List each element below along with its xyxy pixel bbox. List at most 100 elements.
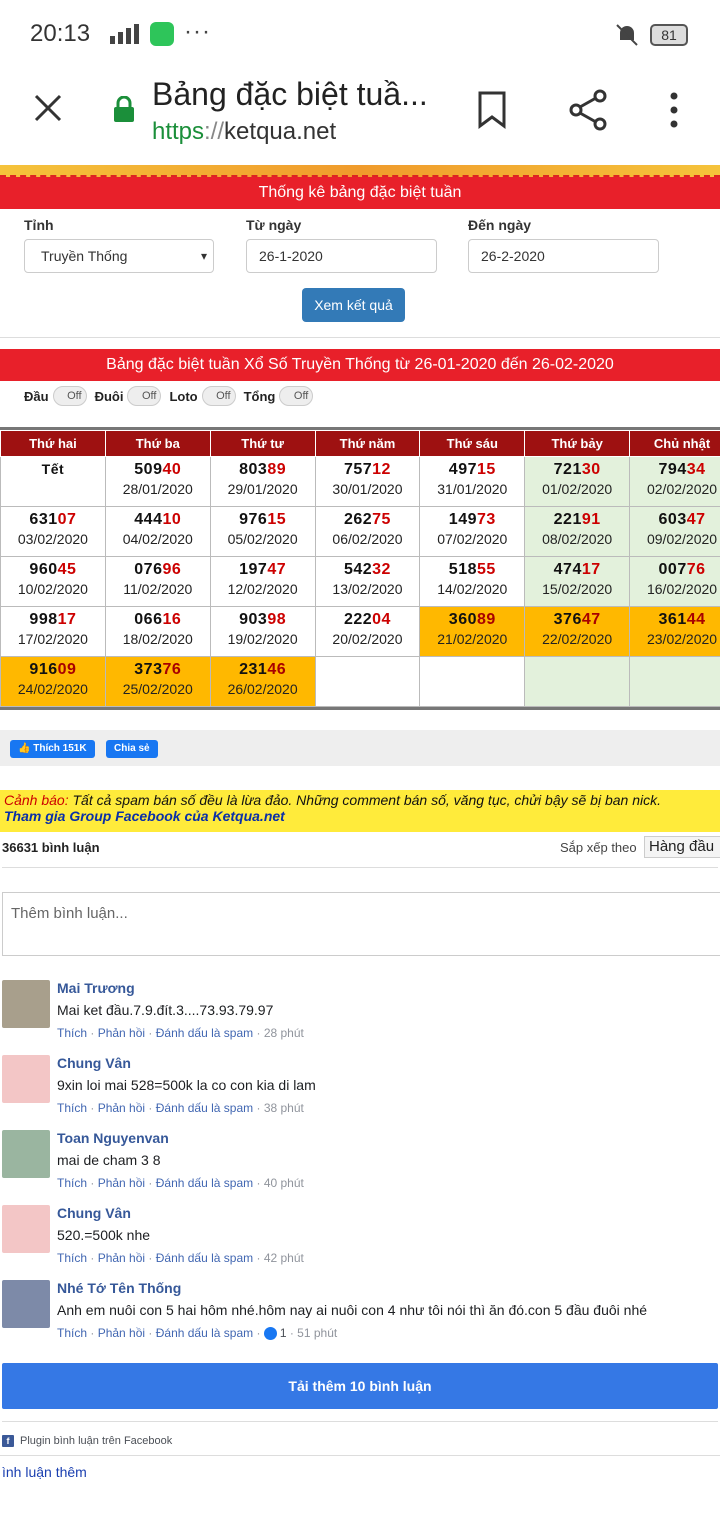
table-row: Tết 50940 28/01/2020 80389 29/01/2020 75712 30… <box>0 456 720 507</box>
facebook-share-button[interactable]: Chia sẻ <box>106 740 158 758</box>
result-number: 36089 <box>448 611 496 628</box>
facebook-icon: f <box>2 1434 14 1447</box>
view-results-button[interactable]: Xem kết quả <box>302 288 405 322</box>
comment-author[interactable]: Mai Trương <box>57 980 135 996</box>
avatar[interactable] <box>2 1055 50 1103</box>
result-cell: 07696 11/02/2020 <box>104 556 211 607</box>
status-bar: 20:13 ··· 81 <box>0 0 720 70</box>
result-number: 90398 <box>239 611 287 628</box>
result-date: 30/01/2020 <box>332 481 403 497</box>
like-icon: 👍 <box>18 743 34 754</box>
result-cell: 63107 03/02/2020 <box>0 506 106 557</box>
table-row: 99817 17/02/2020 06616 18/02/2020 90398 19/02… <box>0 606 720 657</box>
comment-meta: Thích · Phản hồi · Đánh dấu là spam · 1 … <box>57 1326 338 1341</box>
result-date: 29/01/2020 <box>227 481 298 497</box>
comment-reply-link[interactable]: Phản hồi <box>98 1326 145 1340</box>
more-menu-icon[interactable] <box>662 90 686 130</box>
from-date-input[interactable]: 26-1-2020 <box>246 239 437 273</box>
comment-spam-link[interactable]: Đánh dấu là spam <box>156 1326 253 1340</box>
comment-item: Toan Nguyenvan mai de cham 3 8 Thích · Phả… <box>0 1128 720 1203</box>
comment-like-link[interactable]: Thích <box>57 1101 87 1115</box>
table-header-row: Thứ hai Thứ ba Thứ tư Thứ năm Thứ sáu Th… <box>0 430 720 457</box>
comment-time[interactable]: 40 phút <box>264 1176 304 1190</box>
comment-author[interactable]: Toan Nguyenvan <box>57 1130 169 1146</box>
plugin-footer: f Plugin bình luận trên Facebook <box>2 1421 718 1451</box>
comment-time[interactable]: 51 phút <box>297 1326 337 1340</box>
comment-time[interactable]: 42 phút <box>264 1251 304 1265</box>
result-date: 13/02/2020 <box>332 581 403 597</box>
result-number: 00776 <box>658 561 706 578</box>
avatar[interactable] <box>2 1280 50 1328</box>
comment-like-link[interactable]: Thích <box>57 1176 87 1190</box>
result-cell: 22191 08/02/2020 <box>524 506 631 557</box>
bookmark-icon[interactable] <box>476 90 508 130</box>
comment-author[interactable]: Nhé Tớ Tên Thống <box>57 1280 181 1296</box>
facebook-like-button[interactable]: 👍 Thích 151K <box>10 740 95 758</box>
toggle-duoi[interactable]: Off <box>127 386 162 406</box>
comment-author[interactable]: Chung Vân <box>57 1205 131 1221</box>
comment-reply-link[interactable]: Phản hồi <box>98 1026 145 1040</box>
avatar[interactable] <box>2 1130 50 1178</box>
result-date: 17/02/2020 <box>17 631 88 647</box>
toggle-dau[interactable]: Off <box>52 386 87 406</box>
plugin-label[interactable]: Plugin bình luận trên Facebook <box>20 1435 172 1447</box>
column-header: Thứ hai <box>0 430 106 457</box>
battery-icon: 81 <box>650 24 688 46</box>
comment-reply-link[interactable]: Phản hồi <box>98 1251 145 1265</box>
url-text[interactable]: https://ketqua.net <box>152 118 336 146</box>
to-date-label: Đến ngày <box>468 217 532 233</box>
to-date-input[interactable]: 26-2-2020 <box>468 239 659 273</box>
sort-select[interactable]: Hàng đầu <box>644 836 720 858</box>
comment-reply-link[interactable]: Phản hồi <box>98 1101 145 1115</box>
comment-like-link[interactable]: Thích <box>57 1326 87 1340</box>
result-date: 06/02/2020 <box>332 531 403 547</box>
comment-reply-link[interactable]: Phản hồi <box>98 1176 145 1190</box>
browser-toolbar: Bảng đặc biệt tuầ... https://ketqua.net <box>0 70 720 165</box>
column-header: Thứ bảy <box>524 430 631 457</box>
result-date: 18/02/2020 <box>122 631 193 647</box>
share-icon[interactable] <box>568 88 608 132</box>
result-number: 60347 <box>658 511 706 528</box>
comment-spam-link[interactable]: Đánh dấu là spam <box>156 1176 253 1190</box>
result-date: 26/02/2020 <box>227 681 298 697</box>
toggle-label-dau: Đầu <box>24 388 49 404</box>
result-date: 23/02/2020 <box>646 631 718 647</box>
result-cell: 50940 28/01/2020 <box>104 456 211 507</box>
more-comments-link[interactable]: ình luận thêm <box>0 1455 720 1480</box>
comment-spam-link[interactable]: Đánh dấu là spam <box>156 1026 253 1040</box>
comment-time[interactable]: 38 phút <box>264 1101 304 1115</box>
results-table: Thứ hai Thứ ba Thứ tư Thứ năm Thứ sáu Th… <box>0 427 720 710</box>
result-cell: 97615 05/02/2020 <box>209 506 316 557</box>
load-more-button[interactable]: Tải thêm 10 bình luận <box>2 1363 718 1409</box>
comment-spam-link[interactable]: Đánh dấu là spam <box>156 1101 253 1115</box>
comment-like-link[interactable]: Thích <box>57 1026 87 1040</box>
comment-like-link[interactable]: Thích <box>57 1251 87 1265</box>
comment-author[interactable]: Chung Vân <box>57 1055 131 1071</box>
toggle-tong[interactable]: Off <box>279 386 314 406</box>
result-date: 21/02/2020 <box>437 631 508 647</box>
comment-input[interactable]: Thêm bình luận... <box>2 892 720 956</box>
result-date: 24/02/2020 <box>17 681 88 697</box>
result-number: 22204 <box>343 611 391 628</box>
result-cell: 99817 17/02/2020 <box>0 606 106 657</box>
avatar[interactable] <box>2 980 50 1028</box>
result-number: 50940 <box>134 461 182 478</box>
table-row: 63107 03/02/2020 44410 04/02/2020 97615 05/02… <box>0 506 720 557</box>
result-cell: 37647 22/02/2020 <box>524 606 631 657</box>
facebook-group-link[interactable]: Tham gia Group Facebook của Ketqua.net <box>4 808 716 824</box>
result-number: 91609 <box>29 661 77 678</box>
result-number: 26275 <box>343 511 391 528</box>
app-notification-icon <box>150 22 174 46</box>
comment-spam-link[interactable]: Đánh dấu là spam <box>156 1251 253 1265</box>
toggle-loto[interactable]: Off <box>201 386 236 406</box>
close-icon[interactable] <box>30 90 66 126</box>
result-number: 49715 <box>448 461 496 478</box>
avatar[interactable] <box>2 1205 50 1253</box>
from-date-label: Từ ngày <box>246 217 302 233</box>
result-date: 22/02/2020 <box>542 631 613 647</box>
comment-time[interactable]: 28 phút <box>264 1026 304 1040</box>
province-select[interactable]: Truyền Thống <box>24 239 214 273</box>
comment-text: Anh em nuôi con 5 hai hôm nhé.hôm nay ai… <box>57 1302 648 1318</box>
result-cell: 36144 23/02/2020 <box>629 606 720 657</box>
result-date: 16/02/2020 <box>646 581 718 597</box>
